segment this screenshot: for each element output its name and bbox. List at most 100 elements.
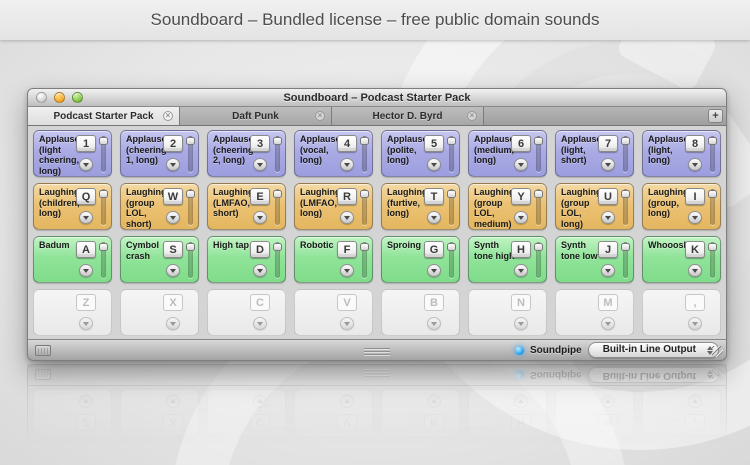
sound-button[interactable]: , — [642, 289, 721, 336]
sound-button[interactable]: Synth tone low J — [555, 236, 634, 283]
tab-daft-punk[interactable]: Daft Punk × — [180, 107, 332, 125]
options-dropdown-button[interactable] — [340, 211, 354, 224]
options-dropdown-button[interactable] — [340, 158, 354, 171]
volume-slider[interactable] — [186, 242, 195, 278]
volume-slider-thumb[interactable] — [621, 137, 630, 145]
volume-slider[interactable] — [621, 136, 630, 172]
options-dropdown-button[interactable] — [253, 158, 267, 171]
sound-button[interactable]: Laughing (group LOL, long) U — [555, 183, 634, 230]
options-dropdown-button[interactable] — [601, 317, 615, 330]
volume-slider[interactable] — [534, 189, 543, 225]
volume-slider[interactable] — [447, 189, 456, 225]
sound-button[interactable]: N — [468, 289, 547, 336]
options-dropdown-button[interactable] — [688, 158, 702, 171]
volume-slider-thumb[interactable] — [360, 137, 369, 145]
sound-button[interactable]: Applause (polite, long) 5 — [381, 130, 460, 177]
sound-button[interactable]: Laughing (group LOL, short) W — [120, 183, 199, 230]
volume-slider[interactable] — [273, 189, 282, 225]
sound-button[interactable]: High tap D — [207, 236, 286, 283]
sound-button[interactable]: B — [381, 289, 460, 336]
options-dropdown-button[interactable] — [514, 158, 528, 171]
volume-slider-thumb[interactable] — [99, 137, 108, 145]
volume-slider-thumb[interactable] — [534, 137, 543, 145]
resize-grip-icon[interactable] — [712, 346, 723, 357]
tab-close-icon[interactable]: × — [163, 111, 173, 121]
options-dropdown-button[interactable] — [601, 264, 615, 277]
options-dropdown-button[interactable] — [253, 264, 267, 277]
volume-slider[interactable] — [708, 242, 717, 278]
sound-button[interactable]: Laughing (LMFAO, long) R — [294, 183, 373, 230]
options-dropdown-button[interactable] — [427, 158, 441, 171]
volume-slider-thumb[interactable] — [360, 190, 369, 198]
options-dropdown-button[interactable] — [427, 317, 441, 330]
sound-button[interactable]: Applause (light, short) 7 — [555, 130, 634, 177]
options-dropdown-button[interactable] — [601, 158, 615, 171]
sound-button[interactable]: M — [555, 289, 634, 336]
sound-button[interactable]: Laughing (furtive, long) T — [381, 183, 460, 230]
options-dropdown-button[interactable] — [253, 317, 267, 330]
volume-slider-thumb[interactable] — [360, 243, 369, 251]
volume-slider-thumb[interactable] — [273, 243, 282, 251]
sound-button[interactable]: Laughing (group, long) I — [642, 183, 721, 230]
volume-slider-thumb[interactable] — [708, 190, 717, 198]
sound-button[interactable]: Whooosh K — [642, 236, 721, 283]
volume-slider-thumb[interactable] — [621, 190, 630, 198]
sound-button[interactable]: Applause (light, long) 8 — [642, 130, 721, 177]
volume-slider[interactable] — [360, 242, 369, 278]
sound-button[interactable]: X — [120, 289, 199, 336]
volume-slider[interactable] — [534, 242, 543, 278]
volume-slider-thumb[interactable] — [99, 190, 108, 198]
options-dropdown-button[interactable] — [166, 264, 180, 277]
volume-slider-thumb[interactable] — [99, 243, 108, 251]
options-dropdown-button[interactable] — [427, 264, 441, 277]
options-dropdown-button[interactable] — [514, 264, 528, 277]
volume-slider-thumb[interactable] — [447, 190, 456, 198]
sound-button[interactable]: C — [207, 289, 286, 336]
volume-slider[interactable] — [360, 189, 369, 225]
sound-button[interactable]: Applause (cheering 2, long) 3 — [207, 130, 286, 177]
options-dropdown-button[interactable] — [253, 211, 267, 224]
volume-slider[interactable] — [534, 136, 543, 172]
sound-button[interactable]: Applause (light cheering, long) 1 — [33, 130, 112, 177]
options-dropdown-button[interactable] — [166, 317, 180, 330]
sound-button[interactable]: Z — [33, 289, 112, 336]
volume-slider[interactable] — [99, 136, 108, 172]
options-dropdown-button[interactable] — [514, 211, 528, 224]
options-dropdown-button[interactable] — [427, 211, 441, 224]
options-dropdown-button[interactable] — [79, 264, 93, 277]
sound-button[interactable]: Laughing (LMFAO, short) E — [207, 183, 286, 230]
volume-slider-thumb[interactable] — [447, 243, 456, 251]
options-dropdown-button[interactable] — [688, 264, 702, 277]
keyboard-icon[interactable] — [35, 344, 51, 356]
options-dropdown-button[interactable] — [514, 317, 528, 330]
volume-slider[interactable] — [273, 242, 282, 278]
volume-slider-thumb[interactable] — [534, 190, 543, 198]
volume-slider[interactable] — [621, 189, 630, 225]
sound-button[interactable]: Laughing (group LOL, medium) Y — [468, 183, 547, 230]
volume-slider[interactable] — [186, 136, 195, 172]
volume-slider[interactable] — [360, 136, 369, 172]
volume-slider-thumb[interactable] — [186, 243, 195, 251]
volume-slider-thumb[interactable] — [708, 137, 717, 145]
options-dropdown-button[interactable] — [79, 158, 93, 171]
sound-button[interactable]: Robotic F — [294, 236, 373, 283]
options-dropdown-button[interactable] — [688, 211, 702, 224]
volume-slider[interactable] — [708, 189, 717, 225]
options-dropdown-button[interactable] — [166, 158, 180, 171]
new-tab-button[interactable]: + — [708, 109, 723, 123]
options-dropdown-button[interactable] — [79, 211, 93, 224]
volume-slider-thumb[interactable] — [273, 137, 282, 145]
volume-slider-thumb[interactable] — [534, 243, 543, 251]
sound-button[interactable]: Cymbol crash S — [120, 236, 199, 283]
options-dropdown-button[interactable] — [166, 211, 180, 224]
sound-button[interactable]: Applause (vocal, long) 4 — [294, 130, 373, 177]
volume-slider[interactable] — [708, 136, 717, 172]
sound-button[interactable]: Synth tone high H — [468, 236, 547, 283]
tab-podcast-starter-pack[interactable]: Podcast Starter Pack × — [28, 107, 180, 125]
volume-slider-thumb[interactable] — [447, 137, 456, 145]
options-dropdown-button[interactable] — [340, 317, 354, 330]
volume-slider[interactable] — [621, 242, 630, 278]
volume-slider-thumb[interactable] — [273, 190, 282, 198]
volume-slider-thumb[interactable] — [621, 243, 630, 251]
volume-slider-thumb[interactable] — [186, 190, 195, 198]
